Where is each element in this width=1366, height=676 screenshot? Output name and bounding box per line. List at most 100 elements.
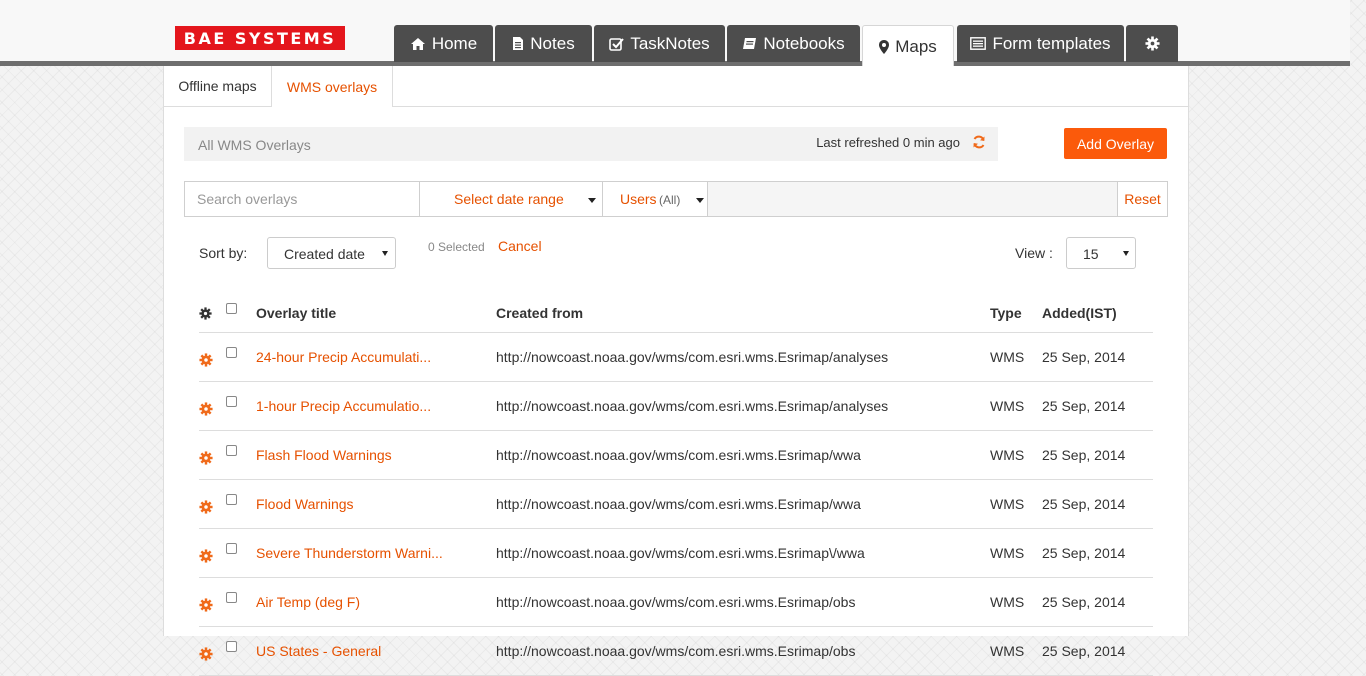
tab-notebooks[interactable]: Notebooks	[727, 25, 860, 62]
subtab-bar: Offline maps WMS overlays	[164, 66, 1188, 107]
subtab-wms-overlays[interactable]: WMS overlays	[272, 66, 393, 107]
sort-by-select[interactable]: Created date	[267, 237, 396, 269]
selected-count: 0 Selected	[428, 240, 485, 254]
row-actions-cell	[199, 577, 226, 627]
sort-by-value: Created date	[284, 246, 365, 262]
tab-tasknotes-label: TaskNotes	[630, 33, 710, 53]
row-actions-cell	[199, 430, 226, 480]
reset-button[interactable]: Reset	[1117, 182, 1167, 216]
bae-systems-logo: BAE SYSTEMS	[175, 26, 345, 50]
users-value: (All)	[659, 193, 681, 207]
row-select-cell	[226, 332, 256, 382]
type-cell: WMS	[990, 332, 1042, 382]
type-cell: WMS	[990, 528, 1042, 578]
refresh-icon[interactable]	[972, 135, 986, 149]
overlay-title-link[interactable]: 24-hour Precip Accumulati...	[256, 332, 496, 382]
overlay-title-link[interactable]: US States - General	[256, 626, 496, 676]
added-date-cell: 25 Sep, 2014	[1042, 381, 1153, 431]
filter-bar: Select date range Users (All) Reset	[184, 181, 1168, 217]
search-overlays-input[interactable]	[185, 182, 420, 216]
row-checkbox[interactable]	[226, 543, 237, 554]
row-gear-icon[interactable]	[199, 353, 213, 367]
row-gear-icon[interactable]	[199, 402, 213, 416]
row-checkbox[interactable]	[226, 494, 237, 505]
tab-home[interactable]: Home	[394, 25, 493, 62]
row-select-cell	[226, 381, 256, 431]
created-from-cell: http://nowcoast.noaa.gov/wms/com.esri.wm…	[496, 528, 990, 578]
row-gear-icon[interactable]	[199, 500, 213, 514]
table-header-row: Overlay title Created from Type Added(IS…	[199, 294, 1153, 333]
settings-gear-icon	[1144, 36, 1160, 51]
overlay-title-link[interactable]: 1-hour Precip Accumulatio...	[256, 381, 496, 431]
row-actions-cell	[199, 332, 226, 382]
table-row: Severe Thunderstorm Warni... http://nowco…	[199, 528, 1153, 578]
row-checkbox[interactable]	[226, 641, 237, 652]
book-icon	[743, 37, 757, 49]
row-checkbox[interactable]	[226, 347, 237, 358]
created-from-cell: http://nowcoast.noaa.gov/wms/com.esri.wm…	[496, 332, 990, 382]
table-row: Flood Warnings http://nowcoast.noaa.gov/w…	[199, 479, 1153, 529]
overlay-title-link[interactable]: Air Temp (deg F)	[256, 577, 496, 627]
added-date-cell: 25 Sep, 2014	[1042, 577, 1153, 627]
file-icon	[513, 37, 524, 50]
users-label: Users	[620, 191, 657, 207]
row-gear-icon[interactable]	[199, 598, 213, 612]
column-header-added[interactable]: Added(IST)	[1042, 294, 1153, 333]
row-checkbox[interactable]	[226, 592, 237, 603]
chevron-down-icon	[1123, 251, 1129, 256]
cancel-selection-link[interactable]: Cancel	[498, 238, 542, 254]
added-date-cell: 25 Sep, 2014	[1042, 332, 1153, 382]
tab-notes[interactable]: Notes	[495, 25, 592, 62]
date-range-label: Select date range	[454, 191, 564, 207]
select-all-checkbox[interactable]	[226, 303, 237, 314]
tab-tasknotes[interactable]: TaskNotes	[594, 25, 725, 62]
row-gear-icon[interactable]	[199, 451, 213, 465]
column-settings-cell[interactable]	[199, 294, 226, 333]
select-all-cell	[226, 294, 256, 333]
row-checkbox[interactable]	[226, 445, 237, 456]
row-actions-cell	[199, 626, 226, 676]
type-cell: WMS	[990, 577, 1042, 627]
main-panel: Offline maps WMS overlays All WMS Overla…	[163, 66, 1189, 676]
overlay-title-link[interactable]: Flood Warnings	[256, 479, 496, 529]
page-title: All WMS Overlays	[198, 137, 311, 153]
row-actions-cell	[199, 528, 226, 578]
date-range-dropdown[interactable]: Select date range	[420, 182, 603, 216]
add-overlay-button[interactable]: Add Overlay	[1064, 128, 1167, 159]
row-select-cell	[226, 430, 256, 480]
chevron-down-icon	[696, 198, 704, 203]
created-from-cell: http://nowcoast.noaa.gov/wms/com.esri.wm…	[496, 626, 990, 676]
type-cell: WMS	[990, 479, 1042, 529]
tab-notes-label: Notes	[530, 33, 575, 53]
added-date-cell: 25 Sep, 2014	[1042, 528, 1153, 578]
type-cell: WMS	[990, 381, 1042, 431]
row-gear-icon[interactable]	[199, 647, 213, 661]
type-cell: WMS	[990, 626, 1042, 676]
added-date-cell: 25 Sep, 2014	[1042, 626, 1153, 676]
users-dropdown[interactable]: Users (All)	[603, 182, 708, 216]
added-date-cell: 25 Sep, 2014	[1042, 430, 1153, 480]
overlays-table: Overlay title Created from Type Added(IS…	[199, 294, 1153, 676]
created-from-cell: http://nowcoast.noaa.gov/wms/com.esri.wm…	[496, 430, 990, 480]
overlay-title-link[interactable]: Flash Flood Warnings	[256, 430, 496, 480]
column-header-created-from[interactable]: Created from	[496, 294, 990, 333]
row-select-cell	[226, 626, 256, 676]
column-header-overlay-title[interactable]: Overlay title	[256, 294, 496, 333]
page-size-select[interactable]: 15	[1066, 237, 1136, 269]
row-select-cell	[226, 528, 256, 578]
row-gear-icon[interactable]	[199, 549, 213, 563]
overlays-title-bar: All WMS Overlays Last refreshed 0 min ag…	[184, 127, 998, 161]
settings-gear-icon[interactable]	[199, 306, 212, 320]
table-row: Flash Flood Warnings http://nowcoast.noaa…	[199, 430, 1153, 480]
last-refreshed-text: Last refreshed 0 min ago	[816, 135, 960, 150]
tab-settings[interactable]	[1126, 25, 1178, 62]
column-header-type[interactable]: Type	[990, 294, 1042, 333]
overlay-title-link[interactable]: Severe Thunderstorm Warni...	[256, 528, 496, 578]
tab-form-templates[interactable]: Form templates	[957, 25, 1124, 62]
tab-maps[interactable]: Maps	[862, 25, 954, 67]
type-cell: WMS	[990, 430, 1042, 480]
table-row: US States - General http://nowcoast.noaa.…	[199, 626, 1153, 676]
check-square-icon	[609, 37, 625, 51]
row-checkbox[interactable]	[226, 396, 237, 407]
subtab-offline-maps[interactable]: Offline maps	[164, 66, 272, 106]
